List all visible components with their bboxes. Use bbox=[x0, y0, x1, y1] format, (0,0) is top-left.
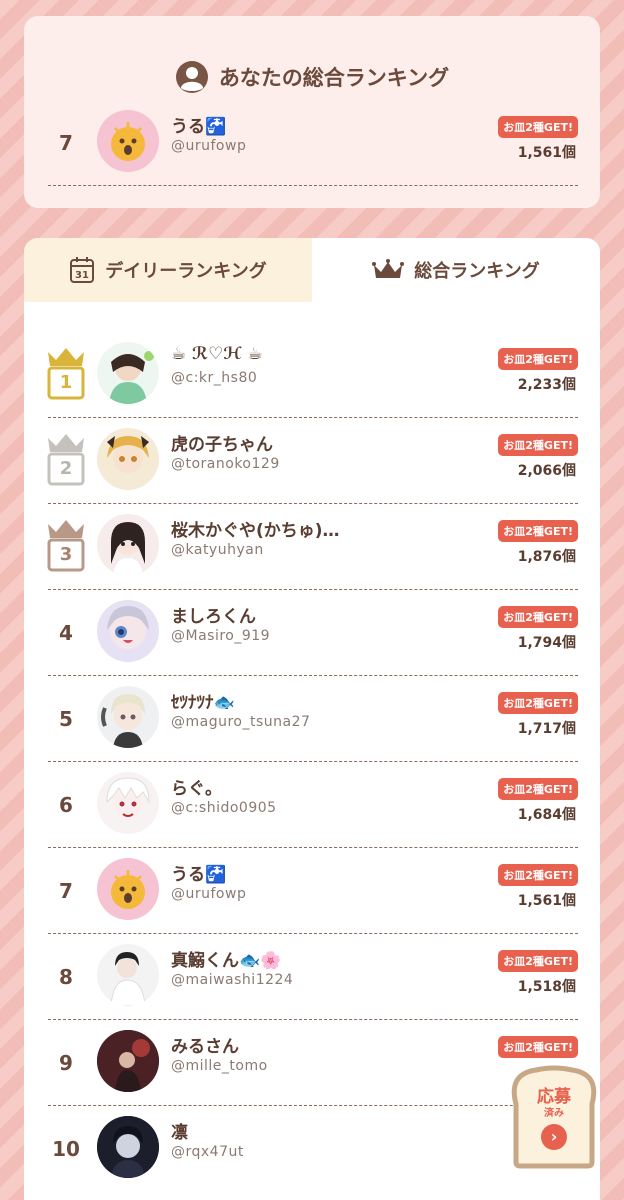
ranking-row[interactable]: 8 真鰯くん🐟🌸 @maiwashi1224 お皿2種GET! 1,518個 bbox=[24, 934, 600, 1020]
ranking-row[interactable]: 6 らぐ。 @c:shido0905 お皿2種GET! 1,684個 bbox=[24, 762, 600, 848]
rank-number: 9 bbox=[59, 1051, 73, 1075]
user-name: 真鰯くん🐟🌸 bbox=[171, 951, 282, 971]
avatar bbox=[97, 342, 159, 404]
user-handle: @urufowp bbox=[171, 886, 247, 902]
plate-badge: お皿2種GET! bbox=[498, 520, 578, 542]
item-count: 1,684個 bbox=[517, 807, 576, 823]
ranking-row[interactable]: 3 桜木かぐや(かちゅ)… @katyuhyan お皿2種GET! 1,876個 bbox=[24, 504, 600, 590]
avatar bbox=[97, 1116, 159, 1178]
my-ranking-title: あなたの総合ランキング bbox=[24, 60, 600, 94]
user-handle: @toranoko129 bbox=[171, 456, 280, 472]
rank-number: 4 bbox=[59, 621, 73, 645]
user-name: うる🚰 bbox=[171, 117, 227, 137]
entry-sublabel: 済み bbox=[544, 1108, 564, 1119]
item-count: 1,561個 bbox=[517, 893, 576, 909]
user-name: ☕ ℛ♡ℋ ☕ bbox=[171, 344, 263, 364]
rank-number: 5 bbox=[59, 707, 73, 731]
item-count: 1,561個 bbox=[517, 145, 576, 161]
calendar-icon: 31 bbox=[70, 257, 95, 283]
rank-number: 7 bbox=[59, 879, 73, 903]
user-name: 虎の子ちゃん bbox=[171, 435, 273, 455]
plate-badge: お皿2種GET! bbox=[498, 950, 578, 972]
avatar bbox=[97, 858, 159, 920]
avatar bbox=[97, 772, 159, 834]
avatar bbox=[97, 1030, 159, 1092]
item-count: 1,794個 bbox=[517, 635, 576, 651]
user-name: ｾﾂﾅﾂﾅ🐟 bbox=[171, 693, 235, 713]
avatar bbox=[97, 600, 159, 662]
rank-number: 10 bbox=[52, 1137, 80, 1161]
ranking-card: 31 デイリーランキング 総合ランキング 1 ☕ ℛ♡ℋ ☕ @c:kr_hs8… bbox=[24, 238, 600, 1200]
tab-daily-ranking[interactable]: 31 デイリーランキング bbox=[24, 238, 312, 302]
chevron-right-icon[interactable]: › bbox=[541, 1124, 567, 1150]
tab-total-ranking[interactable]: 総合ランキング bbox=[312, 238, 600, 302]
user-name: ましろくん bbox=[171, 607, 256, 627]
avatar bbox=[97, 514, 159, 576]
user-name: らぐ。 bbox=[171, 779, 222, 799]
item-count: 1,518個 bbox=[517, 979, 576, 995]
user-handle: @maguro_tsuna27 bbox=[171, 714, 311, 730]
my-ranking-row[interactable]: 7 うる🚰 @urufowp お皿2種GET! 1,561個 bbox=[24, 100, 600, 186]
ranking-row[interactable]: 7 うる🚰 @urufowp お皿2種GET! 1,561個 bbox=[24, 848, 600, 934]
ranking-row[interactable]: 1 ☕ ℛ♡ℋ ☕ @c:kr_hs80 お皿2種GET! 2,233個 bbox=[24, 332, 600, 418]
ranking-row[interactable]: 4 ましろくん @Masiro_919 お皿2種GET! 1,794個 bbox=[24, 590, 600, 676]
plate-badge: お皿2種GET! bbox=[498, 348, 578, 370]
silver-crown-icon: 2 bbox=[44, 428, 88, 488]
user-handle: @c:kr_hs80 bbox=[171, 370, 258, 386]
rank-number: 7 bbox=[59, 131, 73, 155]
user-name: 凛 bbox=[171, 1123, 188, 1143]
plate-badge: お皿2種GET! bbox=[498, 606, 578, 628]
avatar bbox=[97, 944, 159, 1006]
avatar bbox=[97, 428, 159, 490]
avatar bbox=[97, 686, 159, 748]
avatar bbox=[97, 110, 159, 172]
entry-status-button[interactable]: 応募 済み › bbox=[506, 1064, 602, 1170]
user-handle: @maiwashi1224 bbox=[171, 972, 294, 988]
plate-badge: お皿2種GET! bbox=[498, 434, 578, 456]
crown-icon bbox=[372, 259, 405, 278]
user-handle: @katyuhyan bbox=[171, 542, 264, 558]
plate-badge: お皿2種GET! bbox=[498, 116, 578, 138]
user-handle: @mille_tomo bbox=[171, 1058, 268, 1074]
my-ranking-card: あなたの総合ランキング 7 うる🚰 @urufowp お皿2種GET! 1,56… bbox=[24, 16, 600, 208]
item-count: 2,066個 bbox=[517, 463, 576, 479]
ranking-tabs: 31 デイリーランキング 総合ランキング bbox=[24, 238, 600, 302]
plate-badge: お皿2種GET! bbox=[498, 1036, 578, 1058]
item-count: 1,717個 bbox=[517, 721, 576, 737]
user-handle: @Masiro_919 bbox=[171, 628, 271, 644]
rank-number: 3 bbox=[59, 544, 73, 565]
ranking-row[interactable]: 5 ｾﾂﾅﾂﾅ🐟 @maguro_tsuna27 お皿2種GET! 1,717個 bbox=[24, 676, 600, 762]
calendar-day: 31 bbox=[75, 270, 89, 281]
rank-number: 1 bbox=[59, 372, 73, 393]
plate-badge: お皿2種GET! bbox=[498, 778, 578, 800]
rank-number: 6 bbox=[59, 793, 73, 817]
user-circle-icon bbox=[175, 61, 208, 93]
gold-crown-icon: 1 bbox=[44, 342, 88, 402]
user-handle: @urufowp bbox=[171, 138, 247, 154]
item-count: 2,233個 bbox=[517, 377, 576, 393]
plate-badge: お皿2種GET! bbox=[498, 692, 578, 714]
bronze-crown-icon: 3 bbox=[44, 514, 88, 574]
divider bbox=[48, 185, 578, 186]
user-handle: @c:shido0905 bbox=[171, 800, 277, 816]
plate-badge: お皿2種GET! bbox=[498, 864, 578, 886]
rank-number: 8 bbox=[59, 965, 73, 989]
item-count: 1,876個 bbox=[517, 549, 576, 565]
rank-number: 2 bbox=[59, 458, 73, 479]
ranking-row[interactable]: 2 虎の子ちゃん @toranoko129 お皿2種GET! 2,066個 bbox=[24, 418, 600, 504]
user-name: みるさん bbox=[171, 1037, 239, 1057]
user-handle: @rqx47ut bbox=[171, 1144, 244, 1160]
user-name: うる🚰 bbox=[171, 865, 227, 885]
user-name: 桜木かぐや(かちゅ)… bbox=[171, 521, 340, 541]
